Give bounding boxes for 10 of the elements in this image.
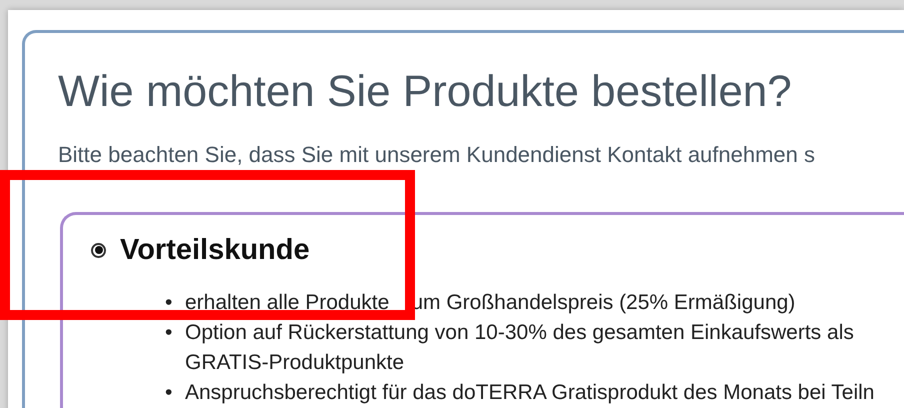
bullet-mark: • [165, 380, 174, 406]
benefit-text: Anspruchsberechtigt für das doTERRA Gratisprodukt des Monats bei Teiln [185, 380, 874, 406]
bullet-mark: • [165, 290, 174, 316]
bullet-mark: • [165, 320, 174, 346]
page-title: Wie möchten Sie Produkte bestellen? [58, 66, 793, 118]
option-label: Vorteilskunde [120, 233, 310, 268]
benefit-text: erhalten alle Produkte [185, 290, 390, 316]
radio-button[interactable] [91, 242, 106, 258]
notice-text: Bitte beachten Sie, dass Sie mit unserem Kundendienst Kontakt aufnehmen s [58, 141, 816, 169]
benefit-text: Option auf Rückerstattung von 10-30% des gesamten Einkaufswerts als GRATIS-Produktpunkte [185, 320, 855, 376]
